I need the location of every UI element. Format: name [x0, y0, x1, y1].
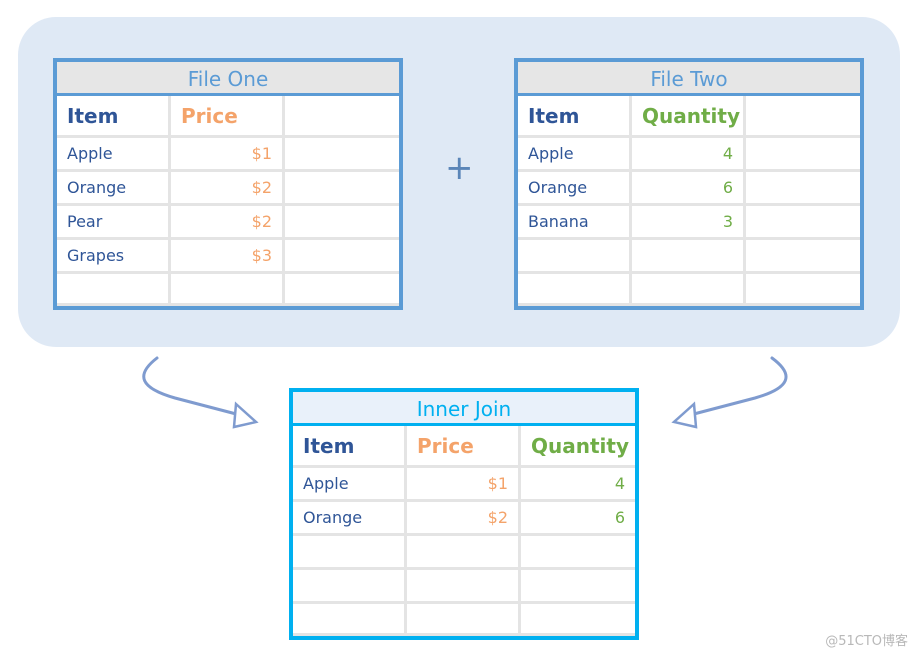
- table-cell: Apple: [57, 138, 168, 169]
- column-header: Quantity: [632, 96, 743, 135]
- table-cell: [285, 206, 399, 237]
- column-header: Quantity: [521, 426, 635, 465]
- arrow-left-icon: [142, 356, 259, 429]
- table-cell: [746, 138, 860, 169]
- table-cell: Orange: [293, 502, 404, 533]
- table-cell: [746, 240, 860, 271]
- table-cell: [293, 536, 404, 567]
- column-header: Item: [57, 96, 168, 135]
- table-cell: [746, 274, 860, 303]
- table-cell: Apple: [293, 468, 404, 499]
- table-cell: $3: [171, 240, 282, 271]
- column-header: Item: [293, 426, 404, 465]
- table-cell: $1: [171, 138, 282, 169]
- table-cell: [521, 536, 635, 567]
- table-cell: [171, 274, 282, 303]
- table-cell: Pear: [57, 206, 168, 237]
- table-cell: [293, 604, 404, 633]
- table-cell: 4: [521, 468, 635, 499]
- table-cell: [285, 274, 399, 303]
- table-cell: 3: [632, 206, 743, 237]
- table-cell: [518, 240, 629, 271]
- table-cell: $2: [407, 502, 518, 533]
- table-cell: Grapes: [57, 240, 168, 271]
- plus-operator: +: [445, 148, 474, 188]
- column-header: Price: [171, 96, 282, 135]
- table-cell: Orange: [57, 172, 168, 203]
- table-cell: [285, 138, 399, 169]
- table-cell: 6: [521, 502, 635, 533]
- table-cell: [521, 570, 635, 601]
- file-one-table: File One Item Price Apple $1 Orange $2 Pear $2 Gr…: [53, 58, 403, 310]
- file-two-table: File Two Item Quantity Apple 4 Orange 6 Banana 3: [514, 58, 864, 310]
- table-cell: [407, 604, 518, 633]
- table-cell: [293, 570, 404, 601]
- table-cell: Orange: [518, 172, 629, 203]
- table-cell: [285, 172, 399, 203]
- table-cell: 4: [632, 138, 743, 169]
- table-cell: [407, 570, 518, 601]
- table-cell: 6: [632, 172, 743, 203]
- table-cell: Apple: [518, 138, 629, 169]
- table-cell: [632, 240, 743, 271]
- column-header: Price: [407, 426, 518, 465]
- table-title: File One: [57, 62, 399, 96]
- watermark: @51CTO博客: [825, 634, 908, 649]
- inner-join-table: Inner Join Item Price Quantity Apple $1 4 Orang…: [289, 388, 639, 640]
- table-cell: [518, 274, 629, 303]
- arrow-right-icon: [671, 356, 788, 429]
- table-cell: [746, 206, 860, 237]
- table-cell: $2: [171, 206, 282, 237]
- table-cell: [632, 274, 743, 303]
- table-cell: Banana: [518, 206, 629, 237]
- table-cell: $1: [407, 468, 518, 499]
- table-cell: [746, 172, 860, 203]
- column-header: Item: [518, 96, 629, 135]
- table-cell: [285, 240, 399, 271]
- table-cell: [521, 604, 635, 633]
- table-cell: $2: [171, 172, 282, 203]
- table-cell: [407, 536, 518, 567]
- column-header: [746, 96, 860, 135]
- table-cell: [57, 274, 168, 303]
- table-title: Inner Join: [293, 392, 635, 426]
- column-header: [285, 96, 399, 135]
- table-title: File Two: [518, 62, 860, 96]
